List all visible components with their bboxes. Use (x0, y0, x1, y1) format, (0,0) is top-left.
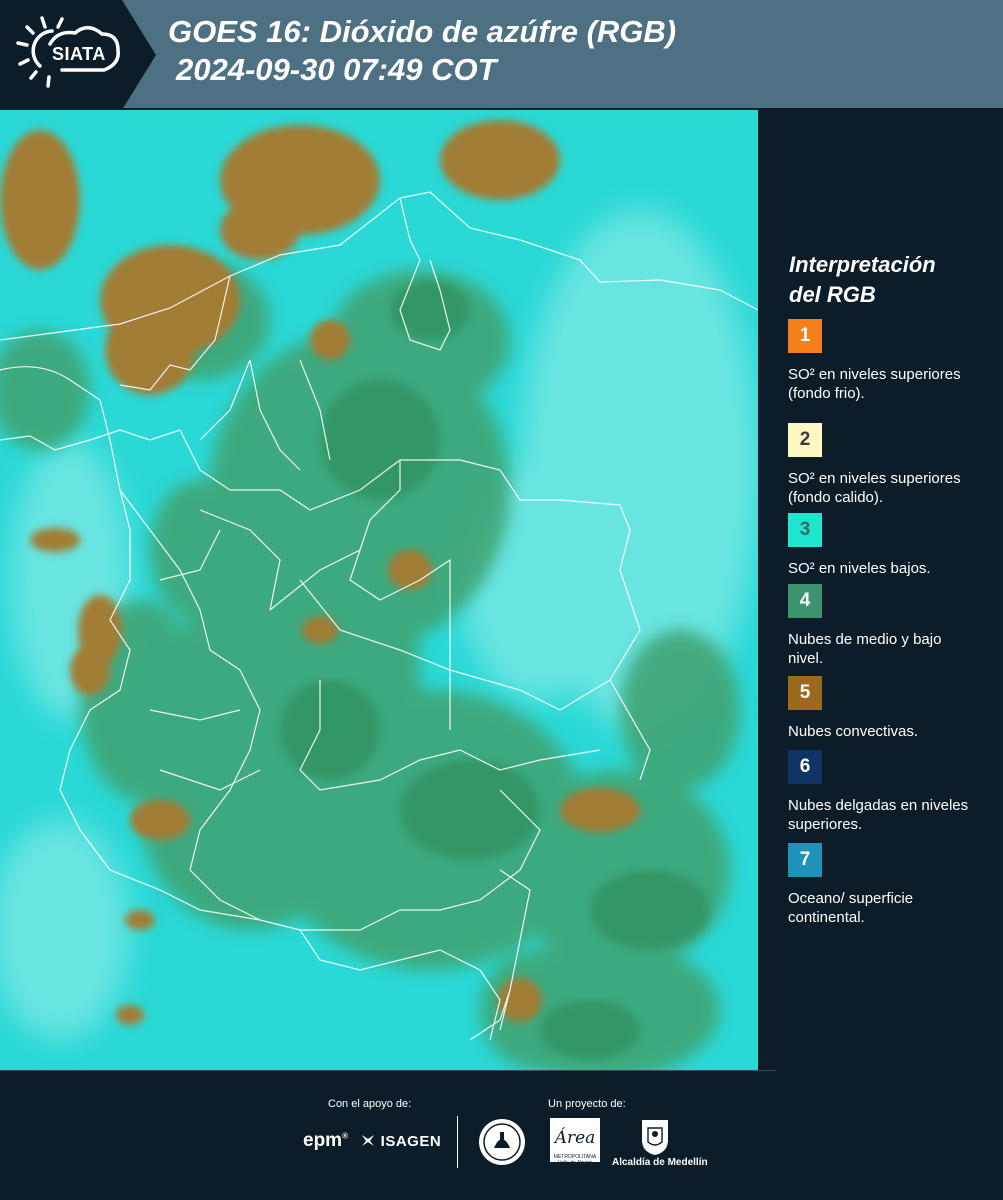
alcaldia-shield-icon (640, 1118, 670, 1161)
epm-logo-text: epm (303, 1130, 343, 1151)
legend-label: Nubes convectivas. (788, 723, 919, 740)
epm-logo: epm® (303, 1130, 348, 1152)
seal-icon (479, 1119, 525, 1165)
legend-item: 4 Nubes de medio y bajo nivel. (788, 584, 998, 668)
area-metropolitana-logo: Área METROPOLITANA Valle de Aburrá (550, 1118, 602, 1170)
isagen-icon (362, 1135, 374, 1146)
legend-item: 2 SO² en niveles superiores (fondo calido… (788, 423, 998, 507)
legend-swatch: 2 (788, 423, 822, 457)
legend-item: 1 SO² en niveles superiores (fondo frio). (788, 319, 998, 403)
legend-label: Oceano/ superficie continental. (788, 890, 914, 926)
shield-icon (642, 1120, 668, 1155)
page-title: GOES 16: Dióxido de azúfre (RGB) (168, 14, 677, 49)
isagen-logo-text: ISAGEN (380, 1133, 442, 1150)
satellite-image (0, 110, 758, 1070)
medellin-seal-icon (478, 1118, 526, 1171)
footer-top-divider (0, 1070, 776, 1071)
epm-registered-mark: ® (342, 1131, 348, 1141)
project-label: Un proyecto de: (548, 1098, 626, 1110)
legend-swatch: 4 (788, 584, 822, 618)
support-label: Con el apoyo de: (328, 1098, 412, 1110)
legend-item: 5 Nubes convectivas. (788, 676, 998, 741)
footer: Con el apoyo de: Un proyecto de: epm® IS… (0, 1070, 1003, 1200)
legend-item: 7 Oceano/ superficie continental. (788, 843, 998, 927)
legend-swatch: 6 (788, 750, 822, 784)
legend-title: Interpretación del RGB (789, 250, 999, 310)
legend-swatch: 1 (788, 319, 822, 353)
legend-item: 3 SO² en niveles bajos. (788, 513, 998, 578)
alcaldia-label: Alcaldía de Medellín (612, 1157, 708, 1168)
legend-label: SO² en niveles superiores (fondo calido)… (788, 470, 961, 506)
legend-label: Nubes de medio y bajo nivel. (788, 631, 942, 667)
page-timestamp: 2024-09-30 07:49 COT (176, 52, 497, 87)
legend-item: 6 Nubes delgadas en niveles superiores. (788, 750, 998, 834)
siata-logo-text: SIATA (52, 44, 106, 64)
legend-swatch: 3 (788, 513, 822, 547)
footer-vertical-divider (457, 1116, 458, 1168)
legend-label: SO² en niveles bajos. (788, 560, 931, 577)
legend-label: Nubes delgadas en niveles superiores. (788, 797, 969, 833)
area-metropolitana-subtitle: METROPOLITANA Valle de Aburrá (553, 1154, 597, 1166)
legend-panel: Interpretación del RGB 1 SO² en niveles s… (760, 110, 1003, 1070)
satellite-map (0, 110, 758, 1070)
legend-label: SO² en niveles superiores (fondo frio). (788, 366, 961, 402)
header-bar: SIATA GOES 16: Dióxido de azúfre (RGB) 2… (0, 0, 1003, 110)
legend-swatch: 7 (788, 843, 822, 877)
legend-title-line1: Interpretación (789, 252, 936, 277)
legend-title-line2: del RGB (789, 282, 876, 307)
isagen-logo: ISAGEN (360, 1133, 441, 1150)
legend-swatch: 5 (788, 676, 822, 710)
